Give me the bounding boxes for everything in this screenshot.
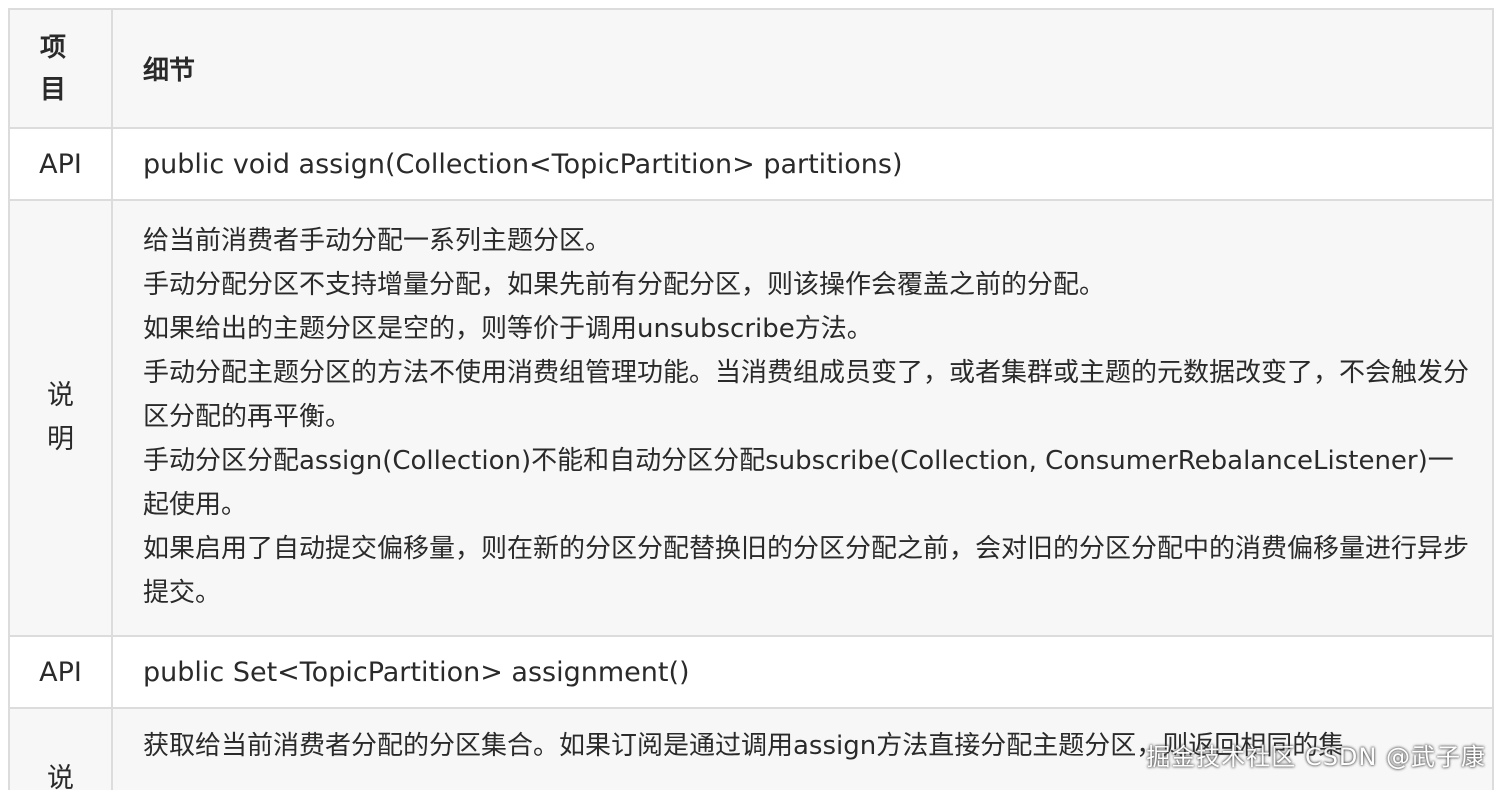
desc-text: 给当前消费者手动分配一系列主题分区。 手动分配分区不支持增量分配，如果先前有分配… xyxy=(111,199,1494,637)
api-key: API xyxy=(8,127,113,201)
header-detail: 细节 xyxy=(111,8,1494,129)
api-signature: public Set<TopicPartition> assignment() xyxy=(111,635,1494,709)
header-item-char: 项 xyxy=(40,32,67,63)
table-row: API public void assign(Collection<TopicP… xyxy=(8,127,1494,201)
desc-key: 说 xyxy=(8,707,113,790)
api-table: 项 目 细节 API public void assign(Collection… xyxy=(8,8,1494,790)
desc-line: 手动分配分区不支持增量分配，如果先前有分配分区，则该操作会覆盖之前的分配。 xyxy=(143,270,1106,300)
desc-line: 如果给出的主题分区是空的，则等价于调用unsubscribe方法。 xyxy=(143,314,873,344)
desc-key-char: 明 xyxy=(47,424,74,455)
desc-line: 手动分区分配assign(Collection)不能和自动分区分配subscri… xyxy=(143,446,1454,520)
desc-key: 说 明 xyxy=(8,199,113,637)
api-key: API xyxy=(8,635,113,709)
table-header-row: 项 目 细节 xyxy=(8,8,1494,129)
desc-key-char: 说 xyxy=(47,763,74,790)
table-row: 说 明 给当前消费者手动分配一系列主题分区。 手动分配分区不支持增量分配，如果先… xyxy=(8,199,1494,637)
desc-line: 手动分配主题分区的方法不使用消费组管理功能。当消费组成员变了，或者集群或主题的元… xyxy=(143,358,1470,432)
header-item: 项 目 xyxy=(8,8,113,129)
desc-line: 给当前消费者手动分配一系列主题分区。 xyxy=(143,226,612,256)
page: 项 目 细节 API public void assign(Collection… xyxy=(0,0,1500,790)
desc-line: 如果启用了自动提交偏移量，则在新的分区分配替换旧的分区分配之前，会对旧的分区分配… xyxy=(143,534,1470,608)
desc-key-char: 说 xyxy=(47,380,74,411)
header-item-char: 目 xyxy=(40,74,67,105)
watermark: 掘金技术社区 CSDN @武子康 xyxy=(1146,743,1486,771)
table-row: API public Set<TopicPartition> assignmen… xyxy=(8,635,1494,709)
api-signature: public void assign(Collection<TopicParti… xyxy=(111,127,1494,201)
